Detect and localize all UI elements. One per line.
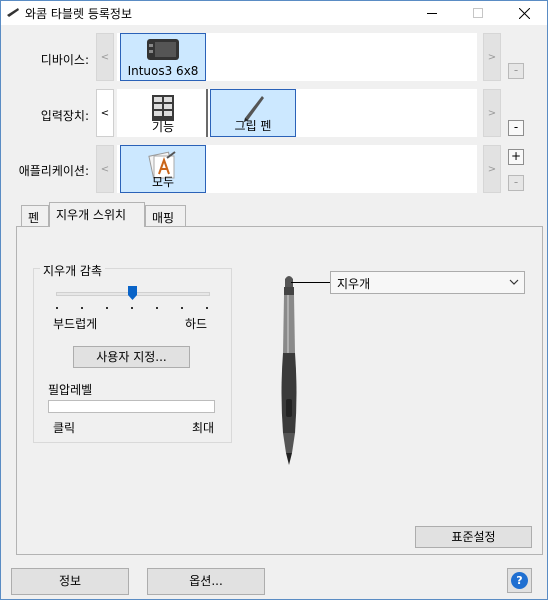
max-label: 최대 xyxy=(192,421,215,435)
slider-tick xyxy=(56,307,58,309)
tool-tile-functions[interactable]: 기능 xyxy=(120,89,206,137)
eraser-feel-title: 지우개 감촉 xyxy=(40,262,106,279)
slider-tick xyxy=(81,307,83,309)
maximize-icon xyxy=(473,8,483,18)
soft-label: 부드럽게 xyxy=(53,317,98,331)
app-add-button[interactable]: + xyxy=(508,149,524,165)
hard-label: 하드 xyxy=(185,317,208,331)
tablet-pen-icon xyxy=(7,8,19,17)
tool-label: 입력장치: xyxy=(40,109,89,123)
tab-mapping[interactable]: 매핑 xyxy=(145,205,186,227)
app-prev-button[interactable]: < xyxy=(96,145,114,193)
pen-image xyxy=(281,276,297,465)
close-icon xyxy=(518,7,530,19)
app-label: 애플리케이션: xyxy=(18,164,89,178)
options-button[interactable]: 옵션... xyxy=(147,568,265,595)
eraser-function-select[interactable]: 지우개 xyxy=(330,271,525,294)
tab-eraser-switch[interactable]: 지우개 스위치 xyxy=(49,202,145,227)
eraser-leader-line xyxy=(291,282,330,283)
title-bar[interactable]: 와콤 타블렛 등록정보 xyxy=(1,1,547,25)
tool-tile-functions-label: 기능 xyxy=(151,120,175,134)
pressure-level-label: 필압레벨 xyxy=(48,383,93,397)
device-next-button[interactable]: > xyxy=(483,33,501,81)
app-tile-label: 모두 xyxy=(151,175,175,189)
click-label: 클릭 xyxy=(53,421,76,435)
window-title: 와콤 타블렛 등록정보 xyxy=(25,7,132,21)
tool-next-button[interactable]: > xyxy=(483,89,501,137)
slider-tick xyxy=(181,307,183,309)
help-icon: ? xyxy=(511,572,528,589)
help-button[interactable]: ? xyxy=(507,568,532,593)
device-tile-label: Intuos3 6x8 xyxy=(127,64,199,78)
eraser-feel-slider-thumb[interactable] xyxy=(128,286,137,300)
tool-remove-button[interactable]: - xyxy=(508,120,524,136)
device-tile-intuos3[interactable]: Intuos3 6x8 xyxy=(120,33,206,81)
app-strip: 모두 xyxy=(117,145,477,193)
device-prev-button[interactable]: < xyxy=(96,33,114,81)
maximize-button[interactable] xyxy=(455,1,501,25)
device-label: 디바이스: xyxy=(40,53,89,67)
tool-strip: 기능 그립 펜 xyxy=(117,89,477,137)
slider-tick xyxy=(156,307,158,309)
defaults-button[interactable]: 표준설정 xyxy=(415,526,532,548)
customize-button[interactable]: 사용자 지정... xyxy=(73,346,190,368)
chevron-down-icon xyxy=(509,279,519,285)
device-remove-button[interactable]: - xyxy=(508,63,524,79)
tab-pen[interactable]: 펜 xyxy=(21,205,49,227)
minimize-button[interactable] xyxy=(409,1,455,25)
pressure-level-bar xyxy=(48,400,215,413)
device-strip: Intuos3 6x8 xyxy=(117,33,477,81)
tablet-icon xyxy=(147,39,179,60)
slider-tick xyxy=(106,307,108,309)
slider-tick xyxy=(131,307,133,309)
tool-divider xyxy=(206,89,208,137)
slider-tick xyxy=(206,307,208,309)
close-button[interactable] xyxy=(501,1,547,25)
minimize-icon xyxy=(427,12,437,14)
tool-tile-grip-pen[interactable]: 그립 펜 xyxy=(210,89,296,137)
app-remove-button[interactable]: - xyxy=(508,175,524,191)
app-next-button[interactable]: > xyxy=(483,145,501,193)
tool-prev-button[interactable]: < xyxy=(96,89,114,137)
about-button[interactable]: 정보 xyxy=(11,568,129,595)
eraser-function-value: 지우개 xyxy=(337,277,371,291)
tool-tile-grip-pen-label: 그립 펜 xyxy=(234,119,272,133)
app-tile-all[interactable]: 모두 xyxy=(120,145,206,193)
